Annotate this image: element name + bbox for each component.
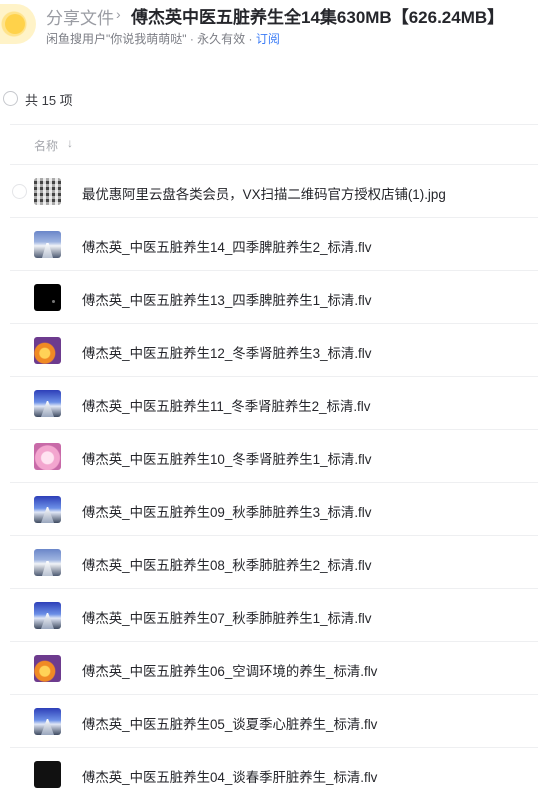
file-row[interactable]: 傅杰英_中医五脏养生14_四季脾脏养生2_标清.flv <box>10 217 538 270</box>
sky-thumbnail <box>34 708 61 735</box>
file-name[interactable]: 傅杰英_中医五脏养生05_谈夏季心脏养生_标清.flv <box>82 713 377 733</box>
file-name[interactable]: 傅杰英_中医五脏养生12_冬季肾脏养生3_标清.flv <box>82 342 371 362</box>
file-name[interactable]: 傅杰英_中医五脏养生14_四季脾脏养生2_标清.flv <box>82 236 371 256</box>
sky-thumbnail <box>34 390 61 417</box>
arrow-down-icon[interactable]: ↓ <box>67 136 73 150</box>
file-row[interactable]: 傅杰英_中医五脏养生12_冬季肾脏养生3_标清.flv <box>10 323 538 376</box>
file-row[interactable]: 最优惠阿里云盘各类会员，VX扫描二维码官方授权店铺(1).jpg <box>10 164 538 217</box>
subscribe-link[interactable]: 订阅 <box>256 32 280 46</box>
file-list: 最优惠阿里云盘各类会员，VX扫描二维码官方授权店铺(1).jpg 傅杰英_中医五脏… <box>10 164 538 800</box>
road-thumbnail <box>34 549 61 576</box>
road-thumbnail <box>34 231 61 258</box>
breadcrumb-root[interactable]: 分享文件 <box>46 4 114 29</box>
sky-thumbnail <box>34 496 61 523</box>
file-row[interactable]: 傅杰英_中医五脏养生11_冬季肾脏养生2_标清.flv <box>10 376 538 429</box>
file-row[interactable]: 傅杰英_中医五脏养生07_秋季肺脏养生1_标清.flv <box>10 588 538 641</box>
file-row[interactable]: 傅杰英_中医五脏养生10_冬季肾脏养生1_标清.flv <box>10 429 538 482</box>
dark-thumbnail <box>34 761 61 788</box>
file-row[interactable]: 傅杰英_中医五脏养生06_空调环境的养生_标清.flv <box>10 641 538 694</box>
share-header: 分享文件 › 傅杰英中医五脏养生全14集630MB【626.24MB】 闲鱼搜用… <box>0 0 538 60</box>
file-row[interactable]: 傅杰英_中医五脏养生13_四季脾脏养生1_标清.flv <box>10 270 538 323</box>
file-name[interactable]: 傅杰英_中医五脏养生10_冬季肾脏养生1_标清.flv <box>82 448 371 468</box>
file-row[interactable]: 傅杰英_中医五脏养生09_秋季肺脏养生3_标清.flv <box>10 482 538 535</box>
column-header: 名称 ↓ <box>10 124 538 165</box>
pink-thumbnail <box>34 443 61 470</box>
share-meta: 闲鱼搜用户"你说我萌萌哒" · 永久有效 · 订阅 <box>46 30 280 47</box>
file-name[interactable]: 傅杰英_中医五脏养生09_秋季肺脏养生3_标清.flv <box>82 501 371 521</box>
select-all-radio[interactable] <box>3 91 18 106</box>
file-row[interactable]: 傅杰英_中医五脏养生08_秋季肺脏养生2_标清.flv <box>10 535 538 588</box>
file-name[interactable]: 傅杰英_中医五脏养生11_冬季肾脏养生2_标清.flv <box>82 395 370 415</box>
file-name[interactable]: 傅杰英_中医五脏养生08_秋季肺脏养生2_标清.flv <box>82 554 371 574</box>
sky-thumbnail <box>34 602 61 629</box>
avatar <box>0 4 36 44</box>
file-name[interactable]: 傅杰英_中医五脏养生04_谈春季肝脏养生_标清.flv <box>82 766 377 786</box>
share-meta-text: 闲鱼搜用户"你说我萌萌哒" · 永久有效 · <box>46 32 256 46</box>
file-name[interactable]: 傅杰英_中医五脏养生07_秋季肺脏养生1_标清.flv <box>82 607 371 627</box>
breadcrumb-separator-icon: › <box>116 6 121 22</box>
file-row[interactable]: 傅杰英_中医五脏养生05_谈夏季心脏养生_标清.flv <box>10 694 538 747</box>
file-name[interactable]: 最优惠阿里云盘各类会员，VX扫描二维码官方授权店铺(1).jpg <box>82 183 446 203</box>
row-select-radio[interactable] <box>12 184 27 199</box>
select-all-row: 共 15 项 <box>0 88 538 108</box>
fire-thumbnail <box>34 655 61 682</box>
item-count: 共 15 项 <box>25 93 73 108</box>
avatar-face-icon <box>5 14 25 34</box>
fire-thumbnail <box>34 337 61 364</box>
file-name[interactable]: 傅杰英_中医五脏养生06_空调环境的养生_标清.flv <box>82 660 377 680</box>
page-title: 傅杰英中医五脏养生全14集630MB【626.24MB】 <box>131 8 505 27</box>
black-thumbnail <box>34 284 61 311</box>
column-name-sort[interactable]: 名称 <box>34 137 58 154</box>
qr-thumbnail <box>34 178 61 205</box>
file-row[interactable]: 傅杰英_中医五脏养生04_谈春季肝脏养生_标清.flv <box>10 747 538 800</box>
file-name[interactable]: 傅杰英_中医五脏养生13_四季脾脏养生1_标清.flv <box>82 289 371 309</box>
